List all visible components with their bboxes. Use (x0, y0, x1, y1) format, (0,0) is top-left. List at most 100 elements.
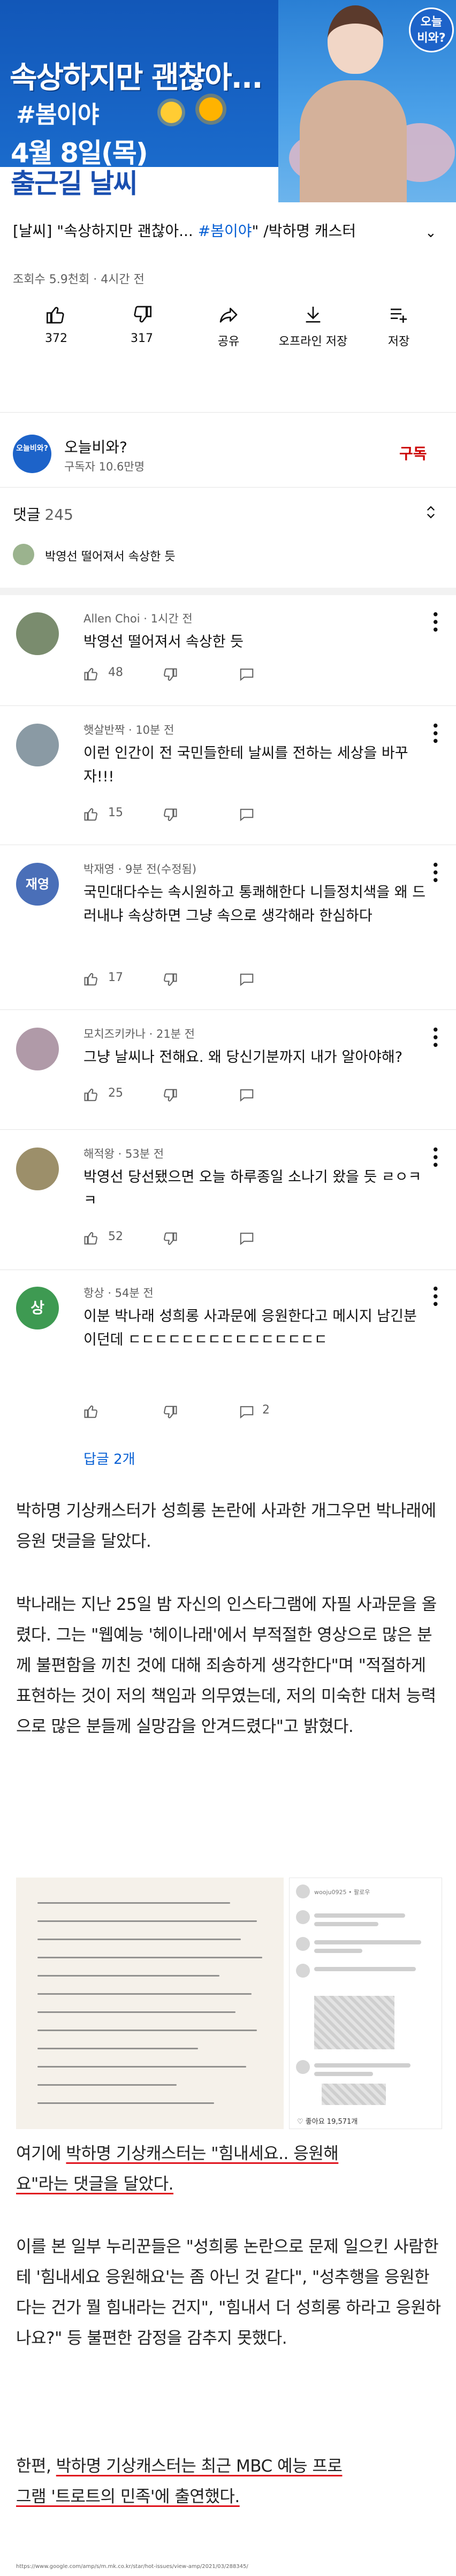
comment-line (314, 1913, 405, 1918)
comment-more-icon[interactable]: ••• (427, 1145, 443, 1168)
handwriting-line (37, 1902, 230, 1904)
comment-author[interactable]: 모치즈키카나 · 21분 전 (83, 1025, 195, 1042)
blurred-region (322, 2084, 386, 2105)
thumbs-up-icon[interactable] (83, 806, 100, 822)
comment: 햇살반짝 · 10분 전 이런 인간이 전 국민들한테 날씨를 전하는 세상을 … (0, 721, 456, 829)
highlighted-text: 요"라는 댓글을 달았다. (16, 2175, 174, 2194)
thumbs-up-icon (47, 307, 64, 324)
comment-avatar[interactable] (16, 1028, 59, 1070)
save-label: 저장 (387, 335, 410, 348)
thumbs-down-icon[interactable] (162, 1231, 178, 1247)
comment-avatar[interactable] (16, 724, 59, 766)
handwriting-line (37, 1975, 219, 1977)
reply-icon[interactable] (239, 971, 255, 987)
instagram-comments-screenshot: wooju0925 • 팔로우 ♡ 좋아요 19,571개 (289, 1878, 442, 2129)
save-button[interactable]: 저장 (364, 304, 434, 349)
paragraph-lead: 한편, (16, 2457, 56, 2476)
comment-time: 1시간 전 (150, 612, 193, 625)
comment-author[interactable]: 해적왕 · 53분 전 (83, 1145, 164, 1161)
comment-author[interactable]: 박재영 · 9분 전(수정됨) (83, 861, 196, 877)
handwritten-apology-photo (16, 1878, 284, 2129)
comment-more-icon[interactable]: ••• (427, 610, 443, 633)
reply-icon[interactable] (239, 1086, 255, 1103)
thumbs-up-icon[interactable] (83, 1230, 100, 1246)
like-button[interactable]: 372 (21, 304, 91, 345)
article-paragraph: 박하명 기상캐스터가 성희롱 논란에 사과한 개그우먼 박나래에 응원 댓글을 … (16, 1501, 436, 1551)
logo-line2: 비와? (417, 32, 446, 45)
thumbs-down-icon[interactable] (162, 1404, 178, 1420)
thumbs-down-icon[interactable] (162, 667, 178, 683)
comment-action-bar: 25 (83, 1083, 383, 1105)
comment-avatar[interactable] (16, 1148, 59, 1190)
instagram-account: wooju0925 • 팔로우 (314, 1888, 370, 1896)
thumbs-down-icon[interactable] (162, 1088, 178, 1104)
comment-more-icon[interactable]: ••• (427, 861, 443, 884)
share-button[interactable]: 공유 (194, 304, 263, 349)
comment: Allen Choi · 1시간 전 박영선 떨어져서 속상한 듯 48 ••• (0, 610, 456, 685)
channel-avatar-text: 오늘비와? (16, 444, 48, 453)
channel-avatar[interactable]: 오늘비와? (13, 435, 51, 473)
comments-label: 댓글 (13, 506, 41, 523)
source-url[interactable]: https://www.google.com/amp/s/m.mk.co.kr/… (16, 2564, 248, 2570)
handwriting-line (37, 2066, 246, 2068)
section-separator (0, 588, 456, 595)
video-thumbnail[interactable]: 속상하지만 괜찮아... #봄이야 4월 8일(목) 출근길 날씨 오늘 비와? (0, 0, 456, 202)
expand-description-chevron-icon[interactable]: ⌄ (425, 225, 437, 241)
reply-icon[interactable] (239, 806, 255, 822)
video-title[interactable]: [날씨] "속상하지만 괜찮아... #봄이야" /박하명 캐스터 (13, 221, 420, 242)
video-action-bar: 372 317 공유 오프라인 저장 저장 (0, 304, 456, 363)
comments-count: 245 (44, 506, 73, 523)
article-paragraph: 이를 본 일부 누리꾼들은 "성희롱 논란으로 문제 일으킨 사람한테 '힘내세… (16, 2237, 441, 2348)
comment-avatar[interactable]: 상 (16, 1287, 59, 1329)
subscribe-button[interactable]: 구독 (399, 442, 427, 463)
expand-comments-icon[interactable] (423, 504, 439, 520)
comment-action-bar: 2 (83, 1400, 383, 1422)
video-meta: 조회수 5.9천회 · 4시간 전 (13, 270, 145, 287)
author-name: 모치즈키카나 (83, 1028, 146, 1040)
comment-author[interactable]: 항상 · 54분 전 (83, 1285, 154, 1301)
thumbnail-headline: 속상하지만 괜찮아... (10, 60, 263, 95)
comment-action-bar: 17 (83, 968, 383, 989)
comment-more-icon[interactable]: ••• (427, 1285, 443, 1308)
comment-like-count: 17 (108, 971, 123, 984)
thumbs-down-icon[interactable] (162, 807, 178, 823)
comment-text: 박영선 당선됐으면 오늘 하루종일 소나기 왔을 듯 ㄹㅇㅋㅋ (83, 1169, 422, 1209)
comment-time: 53분 전 (125, 1148, 164, 1160)
comment: 모치즈키카나 · 21분 전 그냥 날씨나 전해요. 왜 당신기분까지 내가 알… (0, 1025, 456, 1111)
comment-line (314, 1949, 362, 1953)
comment-author[interactable]: 햇살반짝 · 10분 전 (83, 721, 174, 738)
download-button[interactable]: 오프라인 저장 (278, 304, 348, 349)
comment: 해적왕 · 53분 전 박영선 당선됐으면 오늘 하루종일 소나기 왔을 듯 ㄹ… (0, 1145, 456, 1252)
avatar-initials: 상 (31, 1299, 44, 1317)
reply-icon[interactable] (239, 1230, 255, 1246)
channel-name[interactable]: 오늘비와? (64, 436, 127, 457)
reply-icon[interactable] (239, 666, 255, 682)
instagram-follow: • 팔로우 (348, 1889, 370, 1896)
comment-preview[interactable]: 박영선 떨어져서 속상한 듯 (13, 542, 441, 567)
channel-row[interactable]: 오늘비와? 오늘비와? 구독자 10.6만명 구독 (0, 430, 456, 478)
comment-author[interactable]: Allen Choi · 1시간 전 (83, 610, 193, 626)
comment-more-icon[interactable]: ••• (427, 1025, 443, 1048)
comment-avatar[interactable]: 재영 (16, 863, 59, 906)
comment-text: 이분 박나래 성희롱 사과문에 응원한다고 메시지 남긴분이던데 ㄷㄷㄷㄷㄷㄷㄷ… (83, 1308, 417, 1348)
thumbs-up-icon[interactable] (83, 1086, 100, 1103)
thumbs-down-icon[interactable] (162, 972, 178, 988)
video-title-prefix: [날씨] "속상하지만 괜찮아... (13, 222, 198, 240)
comment-more-icon[interactable]: ••• (427, 721, 443, 744)
divider (0, 1009, 456, 1010)
comments-header[interactable]: 댓글 245 (13, 503, 73, 525)
comment-avatar[interactable] (16, 612, 59, 655)
highlighted-text: 그램 '트로트의 민족'에 출연했다. (16, 2487, 240, 2506)
thumbs-up-icon[interactable] (83, 971, 100, 987)
article-paragraph: 박나래는 지난 25일 밤 자신의 인스타그램에 자필 사과문을 올렸다. 그는… (16, 1595, 437, 1736)
reply-icon[interactable] (239, 1403, 255, 1419)
comment: 재영 박재영 · 9분 전(수정됨) 국민대다수는 속시원하고 통쾌해한다 니들… (0, 861, 456, 994)
dislike-button[interactable]: 317 (107, 304, 177, 345)
thumbs-up-icon[interactable] (83, 1403, 100, 1419)
instagram-avatar (296, 1964, 310, 1978)
thumbs-up-icon[interactable] (83, 666, 100, 682)
highlighted-text: 박하명 기상캐스터는 "힘내세요.. 응원해 (66, 2144, 339, 2163)
view-replies-link[interactable]: 답글 2개 (83, 1448, 135, 1468)
comment-time: 21분 전 (156, 1028, 195, 1040)
video-title-hashtag[interactable]: #봄이야 (198, 222, 252, 240)
